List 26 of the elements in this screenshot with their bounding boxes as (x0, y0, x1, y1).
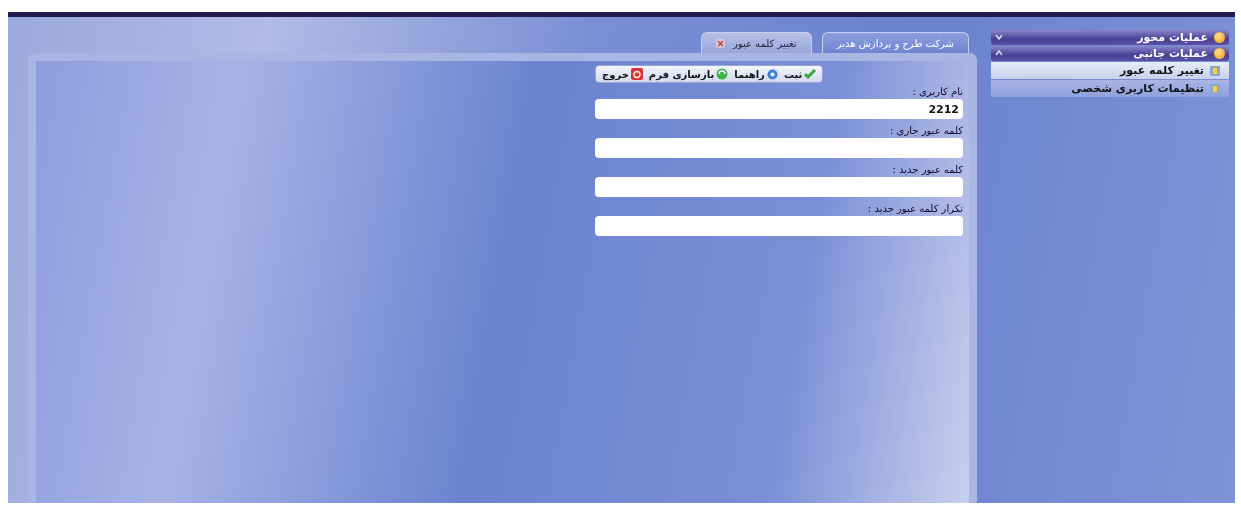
menu-group-header[interactable]: عملیات جانبی (991, 46, 1229, 61)
field-label: کلمه عبور جدید : (891, 164, 963, 175)
close-icon[interactable] (715, 38, 725, 48)
field-label: کلمه عبور جاری : (889, 125, 963, 136)
toolbar-button[interactable]: خروج (602, 68, 643, 80)
orb-icon (1214, 32, 1225, 43)
toolbar-button[interactable]: بازسازی فرم (648, 68, 729, 80)
tab[interactable]: تغییر کلمه عبور (700, 32, 812, 53)
chevron-down-icon (995, 33, 1003, 42)
help-icon (766, 68, 778, 80)
toolbar-button[interactable]: راهنما (734, 68, 778, 80)
menu-group-header[interactable]: عملیات محور (991, 30, 1229, 45)
input-field[interactable] (595, 177, 963, 197)
orb-icon (1214, 48, 1225, 59)
menu-item[interactable]: تنظیمات کاربری شخصی (991, 80, 1229, 97)
toolbar-button[interactable]: ثبت (783, 68, 817, 80)
input-field[interactable]: 2212 (595, 99, 963, 119)
menu-item[interactable]: تغییر کلمه عبور (991, 62, 1229, 79)
field-label: نام کاربری : (911, 86, 963, 97)
input-field[interactable] (595, 138, 963, 158)
power-icon (630, 68, 643, 80)
input-field[interactable] (595, 216, 963, 236)
refresh-icon (716, 68, 729, 80)
field-label: تکرار کلمه عبور جدید : (866, 203, 963, 214)
check-icon (804, 69, 817, 79)
chevron-up-icon (995, 49, 1003, 58)
